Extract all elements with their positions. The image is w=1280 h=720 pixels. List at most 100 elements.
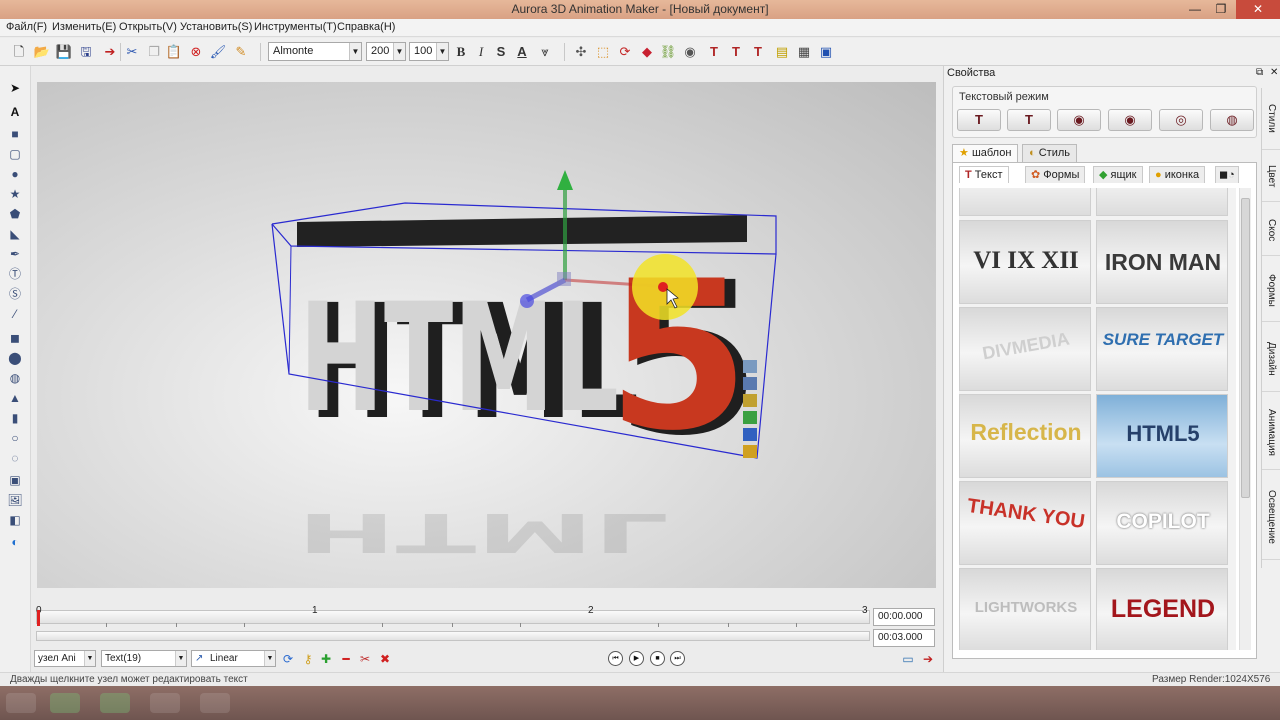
- timeline-scrollbar[interactable]: [36, 631, 870, 641]
- 3d-viewport[interactable]: HTML HTML HTML 5 5: [37, 82, 936, 588]
- tab-template[interactable]: ★ шаблон: [952, 144, 1019, 162]
- image-icon[interactable]: ▣: [7, 472, 23, 488]
- scale-icon[interactable]: ⬚: [594, 43, 612, 61]
- taskbar-app[interactable]: [150, 693, 180, 713]
- align-icon[interactable]: ⩔: [536, 43, 554, 61]
- text-mode-flat-button[interactable]: T: [957, 109, 1001, 131]
- text-mode-round-button[interactable]: ◉: [1057, 109, 1101, 131]
- thumbnail[interactable]: DIVMEDIA: [959, 307, 1091, 391]
- text-box-icon[interactable]: Ⓣ: [7, 266, 23, 282]
- vtab-lighting[interactable]: Освещение: [1262, 474, 1280, 560]
- add-key-icon[interactable]: ✚: [318, 651, 334, 667]
- box-icon[interactable]: ◼: [7, 330, 23, 346]
- playhead[interactable]: [37, 610, 40, 626]
- torus-icon[interactable]: ○: [7, 430, 23, 446]
- text-mode-bevel-button[interactable]: ◉: [1108, 109, 1152, 131]
- menu-help[interactable]: Справка(H): [337, 21, 395, 33]
- thumbnail[interactable]: Reflection: [959, 394, 1091, 478]
- minimize-button[interactable]: —: [1182, 0, 1208, 19]
- paste-icon[interactable]: 📋: [165, 43, 183, 61]
- star-icon[interactable]: ★: [7, 186, 23, 202]
- gizmo-z-handle[interactable]: [520, 294, 534, 308]
- delete-icon[interactable]: ⊗: [187, 43, 205, 61]
- object-select[interactable]: Text(19) ▼: [101, 650, 187, 667]
- vtab-bevel[interactable]: Скос: [1262, 206, 1280, 256]
- strike-button[interactable]: S: [492, 43, 510, 61]
- menu-edit[interactable]: Изменить(E): [52, 21, 116, 33]
- play-button[interactable]: ▶: [629, 651, 644, 666]
- thumbnail[interactable]: IRON MAN: [1096, 220, 1228, 304]
- menu-view[interactable]: Открыть(V): [119, 21, 177, 33]
- stop-button[interactable]: ■: [650, 651, 665, 666]
- sphere-tool-icon[interactable]: ◍: [7, 370, 23, 386]
- node-select[interactable]: узел Ani ▼: [34, 650, 96, 667]
- pointer-icon[interactable]: ➤: [7, 80, 23, 96]
- rounded-rect-icon[interactable]: ▢: [7, 146, 23, 162]
- text-icon[interactable]: A: [7, 104, 23, 120]
- thumbnail[interactable]: LEGEND: [1096, 568, 1228, 650]
- monitor-icon[interactable]: ▭: [900, 651, 916, 667]
- text-color-button[interactable]: A: [513, 43, 531, 61]
- lib-tab-text[interactable]: T Текст: [959, 166, 1009, 183]
- text-tool-icon[interactable]: T: [705, 43, 723, 61]
- go-start-button[interactable]: ⏮: [608, 651, 623, 666]
- thumbnail[interactable]: SURE TARGET: [1096, 307, 1228, 391]
- sphere-icon[interactable]: ◉: [681, 43, 699, 61]
- line-icon[interactable]: ⁄: [7, 306, 23, 322]
- tab-style[interactable]: ◐ Стиль: [1022, 144, 1077, 162]
- clear-keys-icon[interactable]: ✂: [357, 651, 373, 667]
- thumbnail-partial[interactable]: [1096, 188, 1228, 216]
- vtab-styles[interactable]: Стили: [1262, 88, 1280, 150]
- taskbar-app[interactable]: [100, 693, 130, 713]
- gizmo-origin[interactable]: [658, 282, 668, 292]
- refresh-icon[interactable]: ⟳: [280, 651, 296, 667]
- scrollbar-thumb[interactable]: [1241, 198, 1250, 498]
- cone-icon[interactable]: ▲: [7, 390, 23, 406]
- side-button-icon[interactable]: [743, 377, 757, 390]
- side-button-icon[interactable]: [743, 360, 757, 373]
- tube-icon[interactable]: ▮: [7, 410, 23, 426]
- thumbnail[interactable]: COPILOT: [1096, 481, 1228, 565]
- thumbnail-selected[interactable]: HTML5: [1096, 394, 1228, 478]
- pen-icon[interactable]: ✒: [7, 246, 23, 262]
- camera-icon[interactable]: ◧: [7, 512, 23, 528]
- render-export-icon[interactable]: ➔: [920, 651, 936, 667]
- taskbar-app[interactable]: [6, 693, 36, 713]
- s-shape-icon[interactable]: Ⓢ: [7, 286, 23, 302]
- gizmo-center[interactable]: [557, 272, 571, 286]
- total-time-field[interactable]: 00:03.000: [873, 629, 935, 647]
- photo-icon[interactable]: 🖼: [7, 492, 23, 508]
- save-as-icon[interactable]: 🖫: [77, 43, 95, 61]
- pin-icon[interactable]: ⧉: [1256, 67, 1263, 78]
- text-bevel-icon[interactable]: T: [727, 43, 745, 61]
- taskbar-app[interactable]: [50, 693, 80, 713]
- transform-icon[interactable]: ✣: [572, 43, 590, 61]
- library-scrollbar[interactable]: [1239, 188, 1251, 650]
- save-icon[interactable]: 💾: [55, 43, 73, 61]
- current-time-field[interactable]: 00:00.000: [873, 608, 935, 626]
- thumbnail[interactable]: VI IX XII: [959, 220, 1091, 304]
- close-panel-icon[interactable]: ✕: [1270, 67, 1278, 78]
- side-button-icon[interactable]: [743, 428, 757, 441]
- new-file-icon[interactable]: 🗋: [10, 43, 28, 61]
- side-button-icon[interactable]: [743, 411, 757, 424]
- italic-button[interactable]: I: [472, 43, 490, 61]
- menu-settings[interactable]: Установить(S): [180, 21, 252, 33]
- font-scale-stepper[interactable]: 100 ▼: [409, 42, 449, 61]
- cylinder-icon[interactable]: ⬤: [7, 350, 23, 366]
- globe-icon[interactable]: ◐: [7, 534, 23, 550]
- timeline-ruler[interactable]: [36, 610, 870, 624]
- vtab-shapes[interactable]: Формы: [1262, 260, 1280, 322]
- bold-button[interactable]: B: [452, 43, 470, 61]
- text-mode-extrude-button[interactable]: T: [1007, 109, 1051, 131]
- rotate-icon[interactable]: ⟳: [616, 43, 634, 61]
- open-folder-icon[interactable]: 📂: [33, 43, 51, 61]
- side-button-icon[interactable]: [743, 394, 757, 407]
- text-shape-icon[interactable]: T: [749, 43, 767, 61]
- maximize-button[interactable]: ❐: [1208, 0, 1234, 19]
- gizmo-y-arrow[interactable]: [557, 170, 573, 190]
- go-end-button[interactable]: ⏭: [670, 651, 685, 666]
- pencil-icon[interactable]: ✎: [232, 43, 250, 61]
- vtab-animation[interactable]: Анимация: [1262, 396, 1280, 470]
- interpolation-select[interactable]: ↗ Linear ▼: [191, 650, 276, 667]
